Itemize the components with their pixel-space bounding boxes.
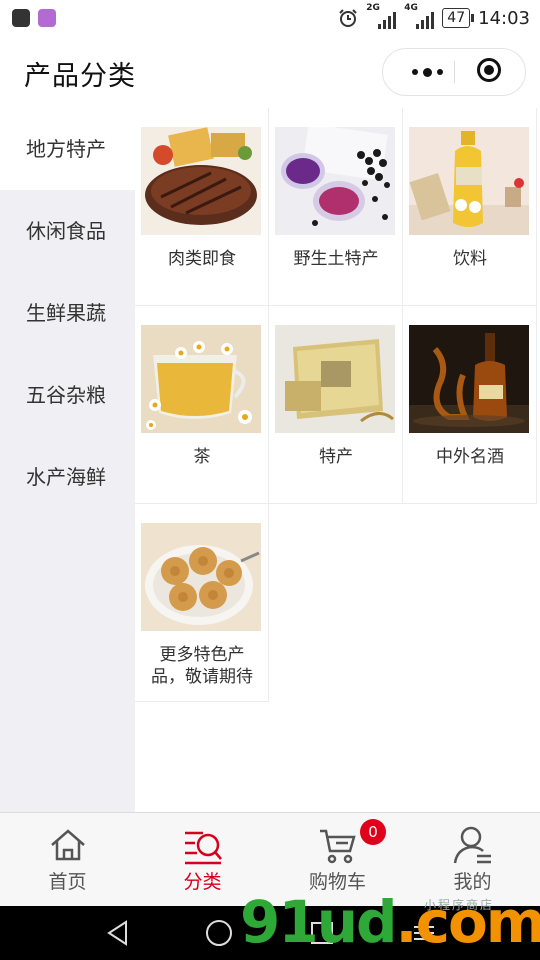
profile-icon: [453, 826, 491, 864]
dot-icon: [436, 69, 443, 75]
chamomile-tea-photo: [141, 325, 261, 433]
wild-berries-photo: [275, 127, 395, 235]
product-card-specialty[interactable]: 特产: [269, 306, 403, 504]
steak-photo: [141, 127, 261, 235]
page-title: 产品分类: [24, 61, 136, 92]
title-bar: 产品分类: [0, 36, 540, 108]
tab-home[interactable]: 首页: [0, 813, 135, 907]
more-options-button[interactable]: [401, 49, 453, 95]
clock: 14:03: [478, 7, 530, 29]
sidebar-item-seafood[interactable]: 水产海鲜: [0, 436, 135, 518]
battery-indicator: 47: [442, 8, 474, 28]
product-name: 茶: [193, 447, 211, 467]
gift-box-photo: [275, 325, 395, 433]
notification-icons: [12, 9, 56, 27]
product-card-drinks[interactable]: 饮料: [403, 108, 537, 306]
product-card-meat[interactable]: 肉类即食: [135, 108, 269, 306]
miniprogram-capsule: [382, 48, 526, 96]
signal-2g-icon: 2G: [366, 3, 397, 29]
home-nav-icon[interactable]: [205, 919, 233, 947]
sidebar-item-local-specialty[interactable]: 地方特产: [0, 108, 135, 190]
system-indicators: 2G 4G 47 14:03: [338, 3, 530, 30]
cart-count-badge: 0: [360, 819, 386, 845]
product-card-liquor[interactable]: 中外名酒: [403, 306, 537, 504]
product-name: 饮料: [453, 249, 487, 269]
cookies-photo: [141, 523, 261, 631]
cart-icon: [320, 829, 356, 864]
product-card-more[interactable]: 更多特色产品，敬请期待: [135, 504, 269, 702]
product-card-wild[interactable]: 野生土特产: [269, 108, 403, 306]
liquor-bottle-photo: [409, 325, 529, 433]
product-name: 中外名酒: [436, 447, 504, 467]
product-name: 野生土特产: [293, 249, 379, 269]
sidebar-item-snacks[interactable]: 休闲食品: [0, 190, 135, 272]
status-bar: 2G 4G 47 14:03: [0, 0, 540, 36]
category-sidebar: 地方特产 休闲食品 生鲜果蔬 五谷杂粮 水产海鲜: [0, 108, 135, 812]
sidebar-item-fresh-produce[interactable]: 生鲜果蔬: [0, 272, 135, 354]
capsule-divider: [454, 61, 455, 83]
category-icon: [185, 831, 222, 865]
home-icon: [51, 829, 85, 861]
dot-icon: [422, 67, 432, 77]
dot-icon: [411, 69, 418, 75]
site-watermark: 91ud.com: [240, 888, 540, 956]
product-card-tea[interactable]: 茶: [135, 306, 269, 504]
gallery-notification-icon: [38, 9, 56, 27]
product-name: 肉类即食: [168, 249, 236, 269]
watermark-subtitle: 小程序商店: [424, 898, 495, 912]
alarm-icon: [339, 9, 358, 27]
product-name: 更多特色产品，敬请期待: [151, 645, 253, 687]
sidebar-item-grains[interactable]: 五谷杂粮: [0, 354, 135, 436]
drink-bottle-photo: [409, 127, 529, 235]
signal-4g-icon: 4G: [404, 3, 435, 29]
close-miniprogram-button[interactable]: [477, 58, 501, 82]
app-notification-icon: [12, 9, 30, 27]
product-name: 特产: [319, 447, 353, 467]
back-icon[interactable]: [104, 919, 132, 947]
